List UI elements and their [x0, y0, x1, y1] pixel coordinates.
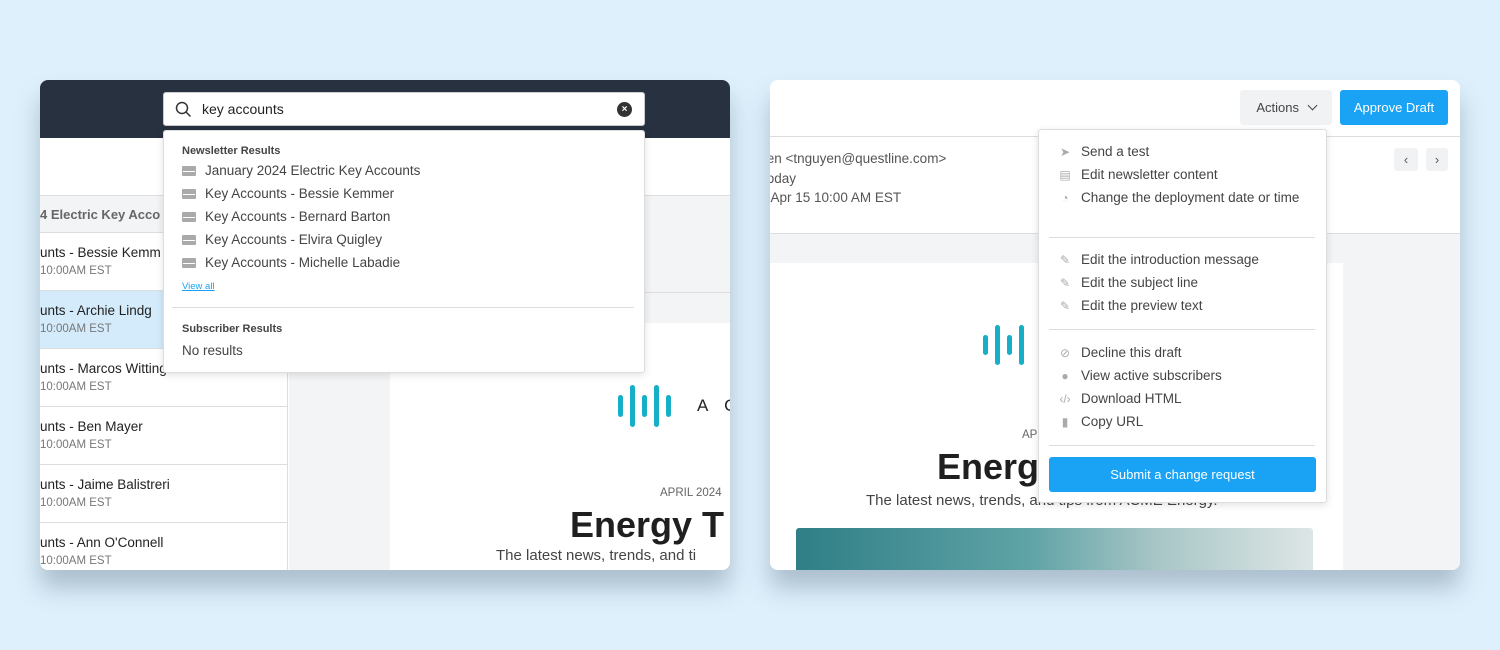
- item-title: unts - Jaime Balistreri: [40, 477, 170, 492]
- list-item[interactable]: unts - Ann O'Connell 10:00AM EST: [40, 523, 288, 570]
- list-item[interactable]: unts - Ben Mayer 10:00AM EST: [40, 407, 288, 465]
- envelope-icon: [182, 188, 196, 199]
- actions-menu: ➤ Send a test ▤ Edit newsletter content ◔ Cha…: [1038, 129, 1327, 503]
- menu-item-label: Edit the preview text: [1081, 298, 1203, 313]
- menu-item[interactable]: ◔ Change the deployment date or time: [1058, 190, 1308, 206]
- search-panel-window: key accounts × Newsletter Results Januar…: [40, 80, 730, 570]
- item-title: unts - Bessie Kemm: [40, 245, 161, 260]
- actions-button[interactable]: Actions: [1240, 90, 1332, 125]
- sender: yen <tnguyen@questline.com>: [770, 151, 947, 166]
- menu-item-label: Copy URL: [1081, 414, 1144, 429]
- menu-item-label: View active subscribers: [1081, 368, 1222, 383]
- newsletter-result[interactable]: Key Accounts - Michelle Labadie: [182, 255, 400, 270]
- newsletter-result[interactable]: Key Accounts - Bernard Barton: [182, 209, 390, 224]
- acme-logo-icon: [983, 325, 1043, 365]
- list-item[interactable]: unts - Jaime Balistreri 10:00AM EST: [40, 465, 288, 523]
- search-input[interactable]: key accounts ×: [163, 92, 645, 126]
- logo-text: A C: [697, 396, 730, 415]
- chevron-down-icon: [1307, 100, 1318, 111]
- menu-item-label: Change the deployment date or time: [1081, 190, 1300, 205]
- result-label: Key Accounts - Bernard Barton: [205, 209, 391, 224]
- result-label: Key Accounts - Elvira Quigley: [205, 232, 383, 247]
- menu-item[interactable]: ▤ Edit newsletter content: [1058, 167, 1308, 183]
- result-label: Key Accounts - Michelle Labadie: [205, 255, 401, 270]
- edit-icon: ✎: [1059, 253, 1071, 267]
- newsletter-result[interactable]: Key Accounts - Bessie Kemmer: [182, 186, 394, 201]
- item-time: 10:00AM EST: [40, 497, 112, 509]
- menu-item-label: Edit the subject line: [1081, 275, 1199, 290]
- newsletter-subtitle: The latest news, trends, and ti: [496, 547, 697, 564]
- acme-logo-icon: [618, 385, 678, 427]
- menu-item[interactable]: ✎ Edit the subject line: [1058, 275, 1308, 291]
- menu-item[interactable]: ✎ Edit the introduction message: [1058, 252, 1308, 268]
- item-title: unts - Ben Mayer: [40, 419, 143, 434]
- send-icon: ➤: [1059, 145, 1071, 159]
- user-icon: ●: [1061, 369, 1069, 383]
- item-time: 10:00AM EST: [40, 323, 112, 335]
- divider: [172, 307, 634, 308]
- item-time: 10:00AM EST: [40, 555, 112, 567]
- menu-item-label: Download HTML: [1081, 391, 1182, 406]
- item-time: 10:00AM EST: [40, 381, 112, 393]
- newsletter-title: Energ: [937, 446, 1040, 487]
- actions-label: Actions: [1256, 100, 1299, 115]
- menu-item[interactable]: ● View active subscribers: [1058, 368, 1308, 384]
- envelope-icon: [182, 234, 196, 245]
- menu-item[interactable]: ⊘ Decline this draft: [1058, 345, 1308, 361]
- created-date: Today: [770, 170, 797, 186]
- menu-divider: [1049, 445, 1315, 446]
- newsletter-title: Energy T: [570, 504, 725, 545]
- envelope-icon: [182, 257, 196, 268]
- issue-date: APRIL 2024: [660, 487, 722, 499]
- email-meta: yen <tnguyen@questline.com> Today e Apr …: [770, 149, 946, 208]
- issue-date: AP: [1022, 429, 1038, 441]
- search-value: key accounts: [202, 101, 284, 117]
- view-all-link[interactable]: View all: [182, 281, 215, 292]
- menu-item-label: Send a test: [1081, 144, 1150, 159]
- subscriber-results-heading: Subscriber Results: [182, 323, 283, 335]
- menu-item[interactable]: ✎ Edit the preview text: [1058, 298, 1308, 314]
- newsletter-result[interactable]: January 2024 Electric Key Accounts: [182, 163, 420, 178]
- previous-button[interactable]: ‹: [1394, 148, 1418, 171]
- menu-item-label: Edit the introduction message: [1081, 252, 1259, 267]
- menu-item[interactable]: ‹/› Download HTML: [1058, 391, 1308, 407]
- item-title: unts - Ann O'Connell: [40, 535, 164, 550]
- clear-search-icon[interactable]: ×: [617, 102, 632, 117]
- ban-icon: ⊘: [1059, 346, 1071, 360]
- envelope-icon: [182, 211, 196, 222]
- submit-change-request-button[interactable]: Submit a change request: [1049, 457, 1316, 492]
- menu-item-label: Decline this draft: [1081, 345, 1182, 360]
- hero-image: [796, 528, 1313, 570]
- item-time: 10:00AM EST: [40, 265, 112, 277]
- item-time: 10:00AM EST: [40, 439, 112, 451]
- menu-item-label: Edit newsletter content: [1081, 167, 1218, 182]
- newsletter-result[interactable]: Key Accounts - Elvira Quigley: [182, 232, 382, 247]
- menu-item[interactable]: ▮ Copy URL: [1058, 414, 1308, 430]
- search-results-dropdown: Newsletter Results January 2024 Electric…: [163, 130, 645, 373]
- result-label: January 2024 Electric Key Accounts: [205, 163, 421, 178]
- next-button[interactable]: ›: [1426, 148, 1448, 171]
- item-title: unts - Marcos Witting: [40, 361, 167, 376]
- envelope-icon: [182, 165, 196, 176]
- document-icon: ▤: [1059, 168, 1071, 182]
- code-icon: ‹/›: [1059, 392, 1071, 406]
- edit-icon: ✎: [1059, 299, 1071, 313]
- search-icon: [175, 101, 192, 118]
- approve-draft-button[interactable]: Approve Draft: [1340, 90, 1448, 125]
- menu-divider: [1049, 237, 1315, 238]
- menu-divider: [1049, 329, 1315, 330]
- menu-item[interactable]: ➤ Send a test: [1058, 144, 1308, 160]
- edit-icon: ✎: [1059, 276, 1071, 290]
- clipboard-icon: ▮: [1061, 415, 1069, 429]
- clock-icon: ◔: [1061, 191, 1069, 205]
- result-label: Key Accounts - Bessie Kemmer: [205, 186, 395, 201]
- item-title: unts - Archie Lindg: [40, 303, 152, 318]
- no-results-text: No results: [182, 343, 243, 358]
- draft-review-window: Actions Approve Draft yen <tnguyen@quest…: [770, 80, 1460, 570]
- deployment-date: e Apr 15 10:00 AM EST: [770, 190, 902, 205]
- newsletter-results-heading: Newsletter Results: [182, 145, 281, 157]
